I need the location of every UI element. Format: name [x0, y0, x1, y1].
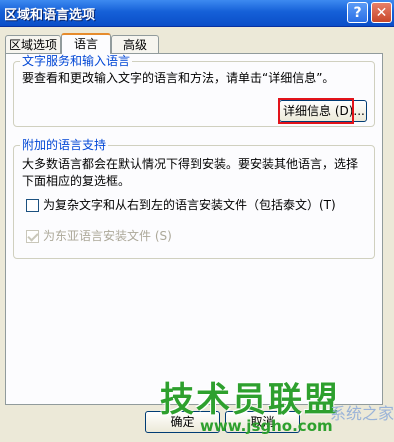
text-services-description: 要查看和更改输入文字的语言和方法，请单击“详细信息”。: [22, 71, 335, 85]
details-button[interactable]: 详细信息 (D)...: [279, 100, 367, 122]
supplemental-description-line2: 下面相应的复选框。: [22, 174, 131, 188]
text-services-group-title: 文字服务和输入语言: [20, 54, 133, 68]
supplemental-group-title: 附加的语言支持: [20, 138, 109, 152]
east-asian-checkbox[interactable]: [26, 230, 39, 243]
supplemental-language-group: 附加的语言支持 大多数语言都会在默认情况下得到安装。要安装其他语言，选择 下面相…: [13, 138, 375, 259]
window-title: 区域和语言选项: [4, 8, 96, 23]
complex-script-option[interactable]: 为复杂文字和从右到左的语言安装文件（包括泰文）(T): [26, 198, 336, 214]
text-services-group: 文字服务和输入语言 要查看和更改输入文字的语言和方法，请单击“详细信息”。 详细…: [13, 54, 375, 127]
supplemental-description-line1: 大多数语言都会在默认情况下得到安装。要安装其他语言，选择: [22, 157, 359, 171]
complex-script-label: 为复杂文字和从右到左的语言安装文件（包括泰文）(T): [43, 198, 336, 212]
tab-advanced[interactable]: 高级: [111, 35, 159, 53]
watermark-logo: 系统之家: [330, 404, 394, 423]
tab-panel-languages: 文字服务和输入语言 要查看和更改输入文字的语言和方法，请单击“详细信息”。 详细…: [5, 53, 383, 405]
complex-script-checkbox[interactable]: [26, 199, 39, 212]
dialog-window: 区域和语言选项 ? ✕ 区域选项 语言 高级 文字服务和输入语言 要查看和更改输…: [0, 0, 394, 442]
east-asian-option[interactable]: 为东亚语言安装文件 (S): [26, 229, 172, 245]
help-button[interactable]: ?: [347, 2, 368, 23]
watermark-url: www.jsgho.com: [200, 417, 333, 435]
tab-languages[interactable]: 语言: [61, 33, 111, 54]
title-bar[interactable]: 区域和语言选项 ? ✕: [0, 0, 394, 27]
close-button[interactable]: ✕: [371, 2, 392, 23]
tab-regional-options[interactable]: 区域选项: [5, 35, 61, 53]
east-asian-label: 为东亚语言安装文件 (S): [43, 229, 172, 243]
watermark-brand: 技术员联盟: [160, 380, 340, 420]
